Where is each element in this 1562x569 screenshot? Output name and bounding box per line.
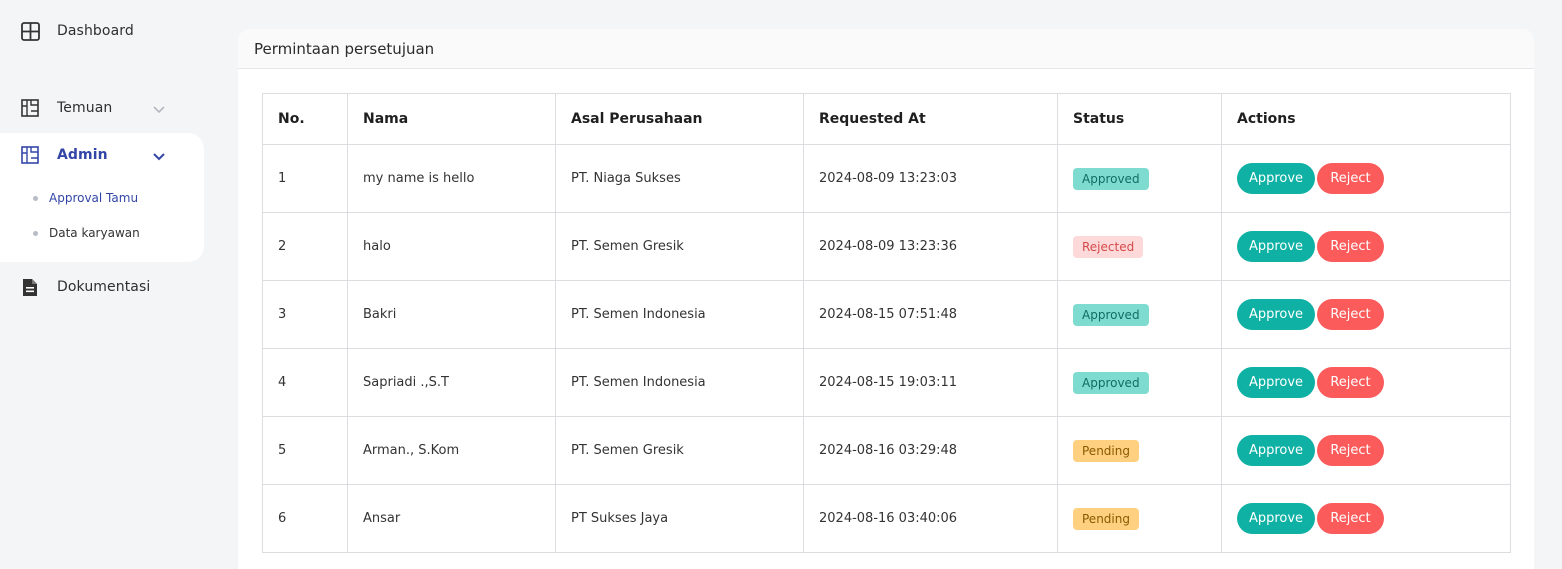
cell-requested-at: 2024-08-15 19:03:11: [803, 348, 1058, 417]
table-row: 3 Bakri PT. Semen Indonesia 2024-08-15 07:5…: [262, 280, 1511, 349]
column-header-status: Status: [1057, 93, 1222, 145]
table-row: 4 Sapriadi .,S.T PT. Semen Indonesia 2024-0…: [262, 348, 1511, 417]
approve-button[interactable]: Approve: [1237, 163, 1315, 194]
sidebar-item-label: Dokumentasi: [57, 279, 151, 295]
cell-no: 4: [262, 348, 348, 417]
status-badge: Approved: [1073, 167, 1149, 190]
table-row: 2 halo PT. Semen Gresik 2024-08-09 13:23:36…: [262, 212, 1511, 281]
admin-group: Admin Approval Tamu Data karyawan: [0, 133, 204, 262]
status-badge: Pending: [1073, 439, 1139, 462]
cell-nama: Bakri: [347, 280, 556, 349]
cell-requested-at: 2024-08-09 13:23:36: [803, 212, 1058, 281]
cell-status: Approved: [1057, 348, 1222, 417]
approve-button[interactable]: Approve: [1237, 503, 1315, 534]
sidebar-item-dashboard[interactable]: Dashboard: [0, 9, 204, 53]
cell-actions: Approve Reject: [1221, 416, 1511, 485]
status-badge: Rejected: [1073, 235, 1144, 258]
sidebar-subitem-label: Approval Tamu: [49, 191, 139, 205]
cell-status: Pending: [1057, 416, 1222, 485]
cell-actions: Approve Reject: [1221, 280, 1511, 349]
cell-asal-perusahaan: PT. Semen Indonesia: [555, 280, 804, 349]
approve-button[interactable]: Approve: [1237, 231, 1315, 262]
cell-status: Approved: [1057, 144, 1222, 213]
cell-no: 1: [262, 144, 348, 213]
reject-button[interactable]: Reject: [1317, 503, 1384, 534]
table-row: 6 Ansar PT Sukses Jaya 2024-08-16 03:40:06 P…: [262, 484, 1511, 553]
reject-button[interactable]: Reject: [1317, 231, 1384, 262]
bullet-icon: [33, 195, 38, 201]
reject-button[interactable]: Reject: [1317, 299, 1384, 330]
reject-button[interactable]: Reject: [1317, 367, 1384, 398]
sidebar-subitem-label: Data karyawan: [49, 226, 140, 240]
cell-nama: Ansar: [347, 484, 556, 553]
grid-icon: [20, 21, 40, 41]
approve-button[interactable]: Approve: [1237, 299, 1315, 330]
cell-no: 3: [262, 280, 348, 349]
cell-actions: Approve Reject: [1221, 484, 1511, 553]
cell-asal-perusahaan: PT. Semen Indonesia: [555, 348, 804, 417]
floorplan-icon: [20, 145, 40, 165]
bullet-icon: [33, 230, 38, 236]
table-row: 5 Arman., S.Kom PT. Semen Gresik 2024-08-16…: [262, 416, 1511, 485]
column-header-nama: Nama: [347, 93, 556, 145]
sidebar: Dashboard Temuan Admin Approval Tamu Dat…: [0, 0, 210, 554]
cell-nama: Arman., S.Kom: [347, 416, 556, 485]
cell-no: 5: [262, 416, 348, 485]
sidebar-item-label: Temuan: [57, 100, 113, 116]
cell-nama: my name is hello: [347, 144, 556, 213]
cell-nama: Sapriadi .,S.T: [347, 348, 556, 417]
column-header-requested-at: Requested At: [803, 93, 1058, 145]
floorplan-icon: [20, 98, 40, 118]
sidebar-item-temuan[interactable]: Temuan: [0, 86, 204, 130]
cell-requested-at: 2024-08-15 07:51:48: [803, 280, 1058, 349]
sidebar-item-label: Dashboard: [57, 23, 134, 39]
sidebar-subitem-data-karyawan[interactable]: Data karyawan: [33, 223, 140, 243]
sidebar-item-label: Admin: [57, 147, 108, 163]
status-badge: Pending: [1073, 507, 1139, 530]
approve-button[interactable]: Approve: [1237, 367, 1315, 398]
cell-requested-at: 2024-08-09 13:23:03: [803, 144, 1058, 213]
cell-asal-perusahaan: PT. Semen Gresik: [555, 416, 804, 485]
chevron-down-icon[interactable]: [152, 101, 166, 115]
sidebar-subitem-approval-tamu[interactable]: Approval Tamu: [33, 188, 138, 208]
sidebar-item-admin[interactable]: Admin: [0, 133, 204, 177]
card-header: Permintaan persetujuan: [238, 29, 1534, 69]
document-icon: [20, 277, 40, 297]
approve-button[interactable]: Approve: [1237, 435, 1315, 466]
cell-status: Pending: [1057, 484, 1222, 553]
table-header-row: No. Nama Asal Perusahaan Requested At St…: [262, 93, 1511, 145]
reject-button[interactable]: Reject: [1317, 163, 1384, 194]
cell-status: Rejected: [1057, 212, 1222, 281]
cell-no: 6: [262, 484, 348, 553]
status-badge: Approved: [1073, 371, 1149, 394]
sidebar-item-dokumentasi[interactable]: Dokumentasi: [0, 265, 204, 309]
reject-button[interactable]: Reject: [1317, 435, 1384, 466]
table-row: 1 my name is hello PT. Niaga Sukses 2024-08…: [262, 144, 1511, 213]
cell-asal-perusahaan: PT Sukses Jaya: [555, 484, 804, 553]
status-badge: Approved: [1073, 303, 1149, 326]
page-title: Permintaan persetujuan: [254, 39, 435, 58]
chevron-down-icon[interactable]: [152, 148, 166, 162]
column-header-asal-perusahaan: Asal Perusahaan: [555, 93, 804, 145]
cell-requested-at: 2024-08-16 03:29:48: [803, 416, 1058, 485]
cell-status: Approved: [1057, 280, 1222, 349]
cell-nama: halo: [347, 212, 556, 281]
cell-requested-at: 2024-08-16 03:40:06: [803, 484, 1058, 553]
approval-card: Permintaan persetujuan No. Nama Asal Per…: [238, 29, 1534, 569]
approval-table: No. Nama Asal Perusahaan Requested At St…: [262, 93, 1511, 553]
cell-actions: Approve Reject: [1221, 212, 1511, 281]
cell-asal-perusahaan: PT. Niaga Sukses: [555, 144, 804, 213]
column-header-actions: Actions: [1221, 93, 1511, 145]
cell-no: 2: [262, 212, 348, 281]
column-header-no: No.: [262, 93, 348, 145]
cell-actions: Approve Reject: [1221, 144, 1511, 213]
cell-actions: Approve Reject: [1221, 348, 1511, 417]
cell-asal-perusahaan: PT. Semen Gresik: [555, 212, 804, 281]
